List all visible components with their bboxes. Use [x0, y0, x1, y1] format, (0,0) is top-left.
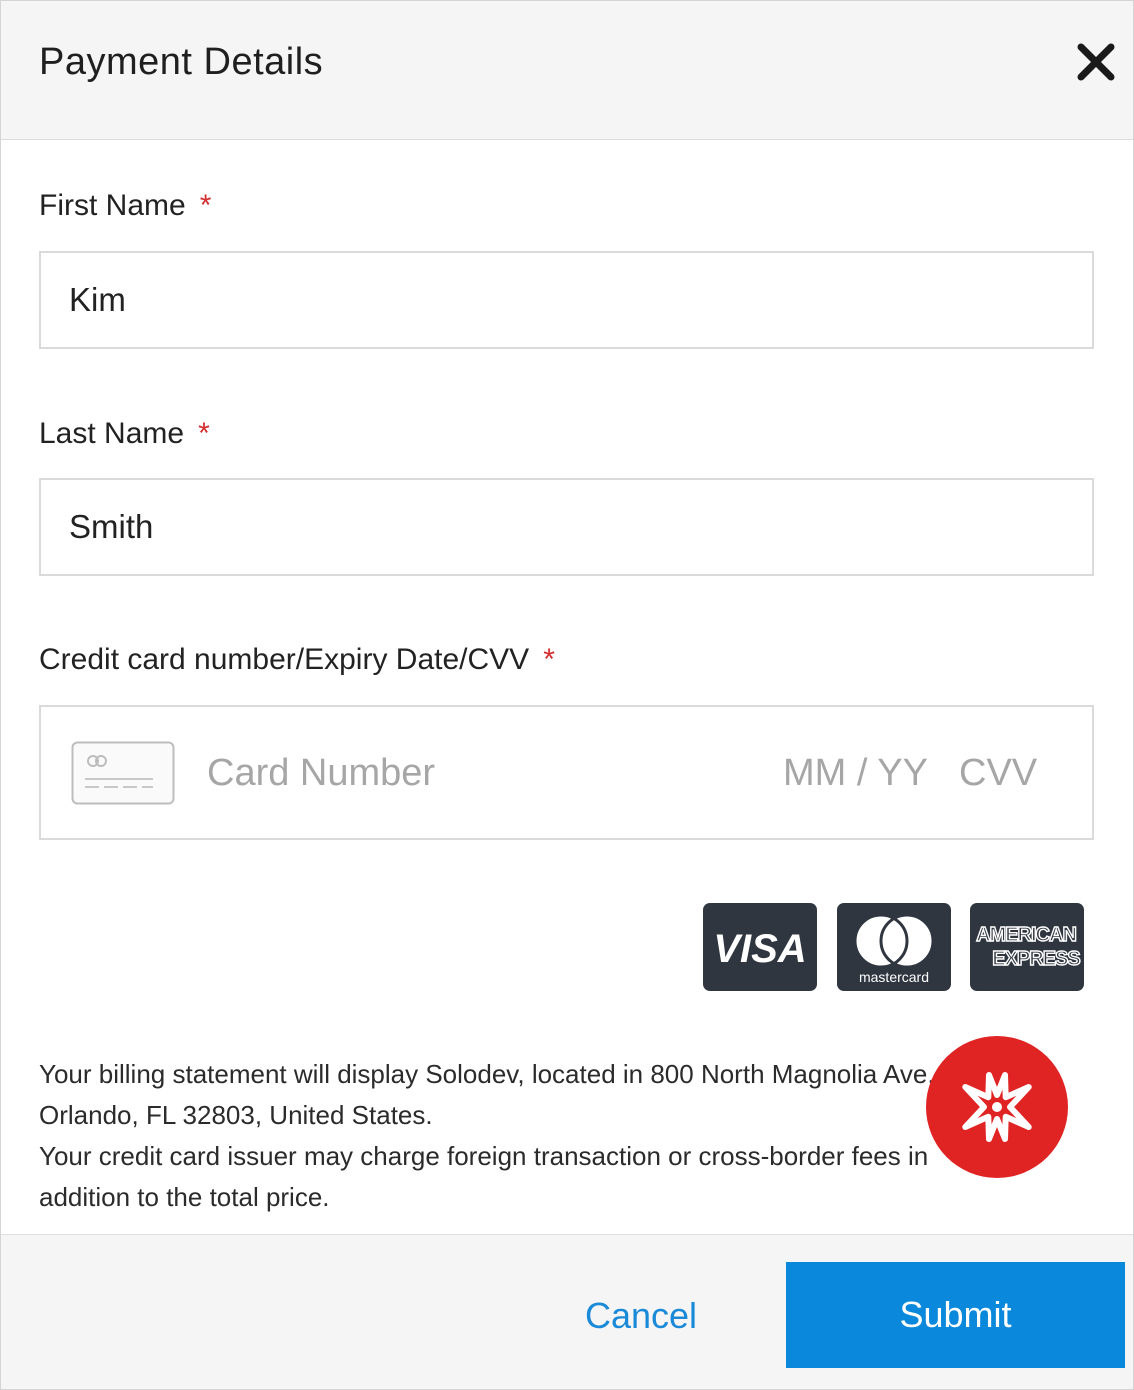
- last-name-input[interactable]: [39, 478, 1094, 576]
- payment-dialog: Payment Details First Name * Last Name * C…: [0, 0, 1134, 1390]
- required-marker: *: [198, 417, 210, 450]
- dialog-header: Payment Details: [1, 1, 1133, 140]
- cvv-input[interactable]: [959, 749, 1059, 797]
- first-name-input[interactable]: [39, 251, 1094, 349]
- close-icon: [1077, 43, 1115, 81]
- last-name-label-text: Last Name: [39, 417, 185, 450]
- visa-logo-text: VISA: [713, 927, 806, 971]
- card-number-input[interactable]: [207, 749, 707, 797]
- mastercard-logo-text: mastercard: [859, 969, 929, 985]
- star-burst-badge[interactable]: [925, 1035, 1069, 1179]
- amex-logo-line2: EXPRESS: [992, 948, 1080, 970]
- billing-info-line: addition to the total price.: [39, 1182, 330, 1212]
- submit-button[interactable]: Submit: [786, 1262, 1125, 1368]
- amex-logo: AMERICAN EXPRESS: [970, 903, 1084, 991]
- expiry-input[interactable]: [783, 749, 943, 797]
- last-name-label: Last Name *: [39, 417, 210, 451]
- card-label: Credit card number/Expiry Date/CVV *: [39, 643, 555, 677]
- visa-logo: VISA: [703, 903, 817, 991]
- card-label-text: Credit card number/Expiry Date/CVV: [39, 643, 530, 676]
- credit-card-icon: [71, 741, 175, 810]
- required-marker: *: [199, 189, 212, 222]
- cancel-button[interactable]: Cancel: [561, 1286, 721, 1346]
- close-button[interactable]: [1073, 39, 1119, 85]
- star-burst-icon: [926, 1036, 1068, 1178]
- card-input-group: [39, 705, 1094, 840]
- required-marker: *: [543, 643, 555, 676]
- amex-logo-line1: AMERICAN: [976, 924, 1076, 946]
- first-name-label: First Name *: [39, 189, 211, 223]
- first-name-label-text: First Name: [39, 189, 186, 222]
- mastercard-logo: mastercard: [837, 903, 951, 991]
- dialog-title: Payment Details: [39, 41, 324, 83]
